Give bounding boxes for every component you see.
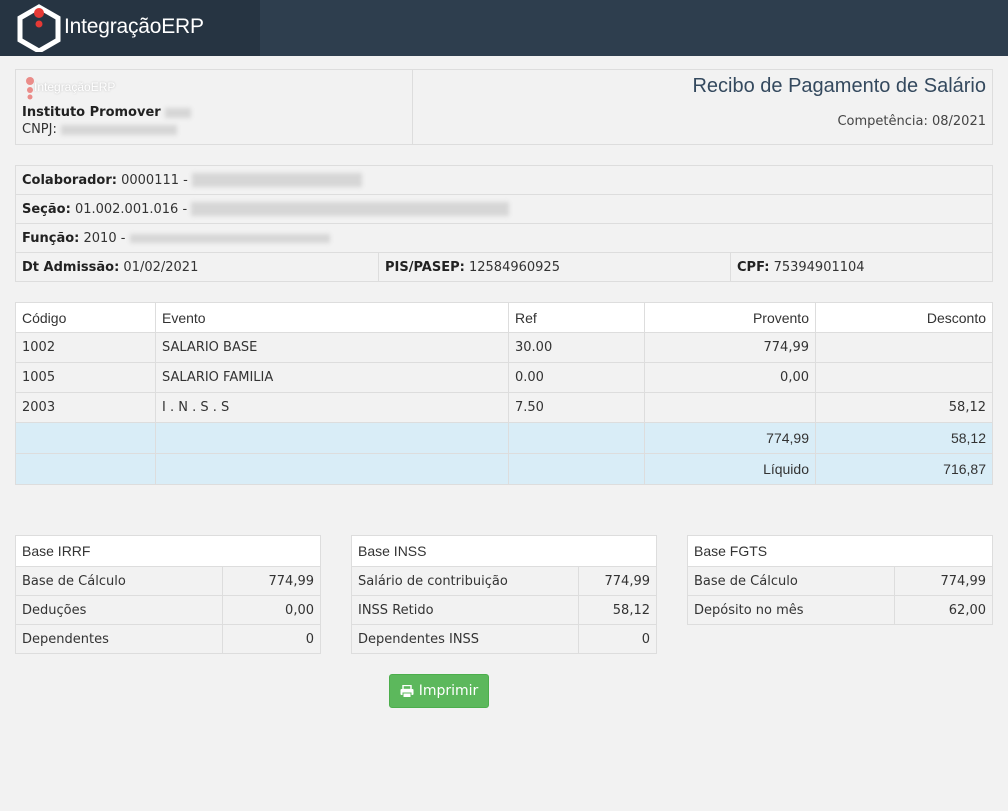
company-logo-text: IntegraçãoERP	[34, 80, 116, 94]
col-provento: Provento	[644, 302, 816, 333]
company-name: Instituto Promover	[22, 105, 192, 120]
info-row-colaborador: Colaborador: 0000111 -	[15, 165, 993, 195]
total-desconto: 58,12	[815, 422, 993, 454]
cell-ref: 7.50	[508, 392, 645, 423]
table-row: Depósito no mês 62,00	[687, 595, 993, 625]
base-label: Deduções	[15, 595, 223, 625]
cell-evento: I . N . S . S	[155, 392, 509, 423]
brand-name: IntegraçãoERP	[64, 15, 204, 38]
top-navbar: IntegraçãoERP	[0, 0, 1008, 56]
redacted-block	[191, 202, 510, 216]
base-value: 58,12	[578, 595, 657, 625]
table-row: Salário de contribuição 774,99	[351, 566, 657, 596]
table-row: INSS Retido 58,12	[351, 595, 657, 625]
events-header-row: Código Evento Ref Provento Desconto	[15, 302, 993, 333]
info-row-funcao: Função: 2010 -	[15, 223, 993, 253]
secao-value: 01.002.001.016 -	[74, 201, 188, 217]
redacted-block	[61, 124, 177, 135]
cell-provento	[644, 392, 816, 423]
cpf-value: 75394901104	[773, 259, 865, 275]
info-row-details: Dt Admissão: 01/02/2021 PIS/PASEP: 12584…	[15, 252, 993, 282]
base-value: 774,99	[222, 566, 321, 596]
base-irrf-table: Base IRRF Base de Cálculo 774,99 Deduçõe…	[15, 535, 321, 654]
pis-value: 12584960925	[468, 259, 560, 275]
competencia-label: Competência: 08/2021	[837, 114, 986, 129]
base-label: Salário de contribuição	[351, 566, 579, 596]
funcao-label: Função:	[22, 230, 80, 246]
info-row-secao: Seção: 01.002.001.016 -	[15, 194, 993, 224]
col-evento: Evento	[155, 302, 509, 333]
colaborador-label: Colaborador:	[22, 172, 117, 188]
table-row: 2003 I . N . S . S 7.50 58,12	[15, 392, 993, 423]
table-row: 1005 SALARIO FAMILIA 0.00 0,00	[15, 362, 993, 393]
admissao-value: 01/02/2021	[123, 259, 199, 275]
base-label: Dependentes INSS	[351, 624, 579, 654]
base-irrf-title: Base IRRF	[15, 535, 321, 567]
table-row: Base de Cálculo 774,99	[687, 566, 993, 596]
redacted-block	[129, 233, 330, 243]
cell-evento: SALARIO FAMILIA	[155, 362, 509, 393]
secao-label: Seção:	[22, 201, 71, 217]
cell-desconto	[815, 332, 993, 363]
totals-row: 774,99 58,12	[15, 422, 993, 454]
base-label: Depósito no mês	[687, 595, 895, 625]
printer-icon	[400, 684, 414, 698]
table-row: Deduções 0,00	[15, 595, 321, 625]
cell-ref: 0.00	[508, 362, 645, 393]
cell-ref: 30.00	[508, 332, 645, 363]
col-codigo: Código	[15, 302, 156, 333]
funcao-value: 2010 -	[83, 230, 126, 246]
company-info: IntegraçãoERP Instituto Promover CNPJ:	[16, 70, 413, 144]
cell-provento: 774,99	[644, 332, 816, 363]
base-label: Base de Cálculo	[15, 566, 223, 596]
col-desconto: Desconto	[815, 302, 993, 333]
company-cnpj: CNPJ:	[22, 122, 177, 137]
base-fgts-title: Base FGTS	[687, 535, 993, 567]
admissao-label: Dt Admissão:	[22, 259, 120, 275]
brand-logo-icon	[17, 4, 61, 52]
page-title: Recibo de Pagamento de Salário	[692, 75, 986, 97]
cell-desconto	[815, 362, 993, 393]
liquido-value: 716,87	[815, 453, 993, 485]
base-fgts-table: Base FGTS Base de Cálculo 774,99 Depósit…	[687, 535, 993, 625]
base-inss-title: Base INSS	[351, 535, 657, 567]
employee-info-table: Colaborador: 0000111 - Seção: 01.002.001…	[15, 165, 993, 282]
table-row: Dependentes 0	[15, 624, 321, 654]
base-label: Base de Cálculo	[687, 566, 895, 596]
brand[interactable]: IntegraçãoERP	[0, 0, 260, 56]
receipt-header: IntegraçãoERP Instituto Promover CNPJ: R…	[15, 69, 993, 145]
cell-codigo: 1005	[15, 362, 156, 393]
print-label: Imprimir	[418, 683, 479, 699]
cell-provento: 0,00	[644, 362, 816, 393]
cpf-label: CPF:	[737, 259, 770, 275]
base-value: 0,00	[222, 595, 321, 625]
cell-evento: SALARIO BASE	[155, 332, 509, 363]
base-value: 62,00	[894, 595, 993, 625]
colaborador-value: 0000111 -	[121, 172, 188, 188]
pis-label: PIS/PASEP:	[385, 259, 465, 275]
redacted-block	[191, 173, 362, 187]
events-table: Código Evento Ref Provento Desconto 1002…	[15, 302, 993, 485]
base-label: Dependentes	[15, 624, 223, 654]
base-label: INSS Retido	[351, 595, 579, 625]
table-row: Base de Cálculo 774,99	[15, 566, 321, 596]
liquido-row: Líquido 716,87	[15, 453, 993, 485]
col-ref: Ref	[508, 302, 645, 333]
cell-codigo: 2003	[15, 392, 156, 423]
base-value: 774,99	[578, 566, 657, 596]
base-value: 0	[222, 624, 321, 654]
base-inss-table: Base INSS Salário de contribuição 774,99…	[351, 535, 657, 654]
redacted-block	[165, 107, 192, 118]
liquido-label: Líquido	[644, 453, 816, 485]
cell-desconto: 58,12	[815, 392, 993, 423]
base-value: 774,99	[894, 566, 993, 596]
table-row: 1002 SALARIO BASE 30.00 774,99	[15, 332, 993, 363]
table-row: Dependentes INSS 0	[351, 624, 657, 654]
print-button[interactable]: Imprimir	[389, 674, 489, 708]
total-provento: 774,99	[644, 422, 816, 454]
cell-codigo: 1002	[15, 332, 156, 363]
base-value: 0	[578, 624, 657, 654]
